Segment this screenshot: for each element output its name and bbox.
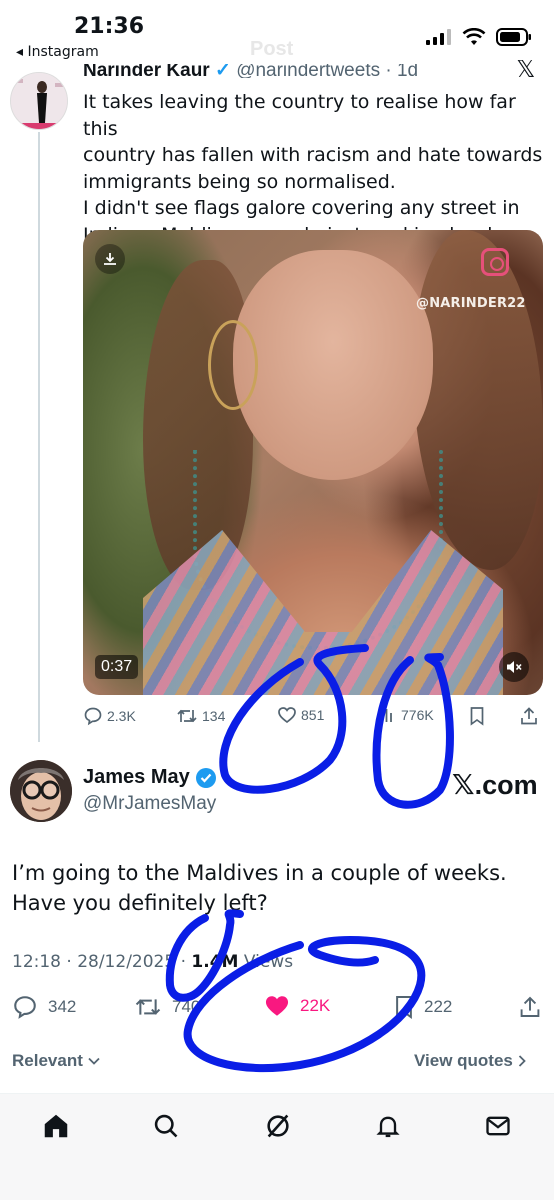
notifications-bell-icon[interactable]: [372, 1110, 404, 1142]
video-duration: 0:37: [95, 655, 139, 679]
x-com-link[interactable]: 𝕏 .com: [452, 768, 538, 801]
views-count: 1.4M: [191, 952, 239, 972]
bookmark-icon: [396, 996, 412, 1019]
video-frame-part: [233, 250, 433, 480]
quoted-share-button[interactable]: [519, 706, 539, 726]
bookmark-icon: [470, 707, 484, 726]
battery-icon: [496, 28, 531, 46]
views-icon: [381, 709, 392, 722]
like-count: 22K: [300, 996, 331, 1015]
heart-icon: [278, 707, 296, 724]
view-quotes-link[interactable]: View quotes: [414, 1051, 527, 1071]
share-icon: [521, 707, 537, 725]
tweet-metadata: 12:18 · 28/12/2025 · 1.4M Views: [12, 952, 293, 972]
reply-count: 342: [48, 997, 77, 1016]
verified-badge-icon: ✓: [214, 64, 231, 78]
quoted-repost-button[interactable]: 134: [176, 706, 225, 726]
reply-sort-label: Relevant: [12, 1051, 83, 1070]
mute-icon[interactable]: [499, 652, 529, 682]
author-name[interactable]: James May: [83, 766, 190, 789]
bottom-nav: [0, 1093, 554, 1200]
quoted-header: Narinder Kaur ✓ @narindertweets · 1d: [83, 64, 418, 78]
thread-connector: [38, 132, 40, 742]
messages-mail-icon[interactable]: [482, 1110, 514, 1142]
back-to-instagram-link[interactable]: ◂ Instagram: [16, 44, 99, 60]
quoted-views-count: 776K: [401, 707, 434, 723]
search-icon[interactable]: [150, 1110, 182, 1142]
quoted-handle-time: @narindertweets · 1d: [236, 64, 419, 78]
repost-button[interactable]: 740: [134, 994, 200, 1020]
reply-sort-dropdown[interactable]: Relevant: [12, 1051, 101, 1071]
home-icon[interactable]: [40, 1110, 72, 1142]
heart-filled-icon: [265, 996, 289, 1016]
grok-icon[interactable]: [262, 1110, 294, 1142]
quoted-views-button[interactable]: 776K: [379, 706, 434, 724]
x-logo-icon: 𝕏: [452, 768, 475, 801]
status-time: 21:36: [74, 14, 145, 39]
video-frame-part: [208, 320, 258, 410]
status-icons: [426, 28, 532, 46]
quoted-reply-button[interactable]: 2.3K: [83, 706, 136, 726]
bookmark-count: 222: [424, 997, 453, 1016]
author-name-row[interactable]: James May: [83, 766, 216, 789]
reply-icon: [14, 996, 36, 1019]
share-icon: [520, 996, 540, 1017]
verified-badge-icon: [195, 767, 216, 788]
repost-count: 740: [172, 997, 201, 1016]
x-com-label: .com: [474, 770, 538, 800]
repost-icon: [135, 999, 161, 1015]
download-icon[interactable]: [95, 244, 125, 274]
share-button[interactable]: [518, 994, 542, 1020]
like-button[interactable]: 22K: [264, 994, 330, 1018]
repost-icon: [177, 709, 197, 723]
quoted-author-avatar[interactable]: [10, 72, 68, 130]
quoted-reply-count: 2.3K: [107, 708, 136, 724]
avatar-image: [10, 760, 72, 822]
reply-button[interactable]: 342: [12, 994, 76, 1020]
quoted-action-bar: 2.3K 134 851 776K: [83, 706, 543, 730]
chevron-right-icon: [518, 1055, 526, 1067]
quoted-tweet-text: It takes leaving the country to realise …: [83, 91, 543, 246]
tweet-action-bar: 342 740 22K 222: [0, 994, 554, 1024]
wifi-icon: [462, 28, 486, 45]
reply-icon: [84, 707, 102, 726]
quoted-author-name[interactable]: Narinder Kaur: [83, 64, 210, 78]
instagram-logo-icon: [481, 248, 509, 276]
author-handle[interactable]: @MrJamesMay: [83, 793, 216, 815]
avatar-image: [11, 73, 67, 129]
quoted-repost-count: 134: [202, 708, 226, 724]
tweet-text: I’m going to the Maldives in a couple of…: [12, 861, 507, 915]
signal-icon: [426, 29, 451, 45]
page-title: Post: [250, 38, 294, 60]
quoted-like-button[interactable]: 851: [277, 706, 324, 724]
views-label: Views: [238, 952, 294, 972]
quoted-bookmark-button[interactable]: [469, 706, 485, 726]
quoted-like-count: 851: [301, 707, 325, 723]
view-quotes-label: View quotes: [414, 1051, 513, 1070]
x-logo-icon: 𝕏: [516, 60, 536, 80]
chevron-down-icon: [88, 1057, 100, 1065]
author-avatar[interactable]: [10, 760, 72, 822]
video-watermark: @NARINDER22: [416, 296, 526, 311]
quoted-video[interactable]: @NARINDER22 0:37: [83, 230, 543, 695]
bookmark-button[interactable]: 222: [394, 994, 452, 1020]
tweet-timestamp[interactable]: 12:18 · 28/12/2025 ·: [12, 952, 191, 972]
